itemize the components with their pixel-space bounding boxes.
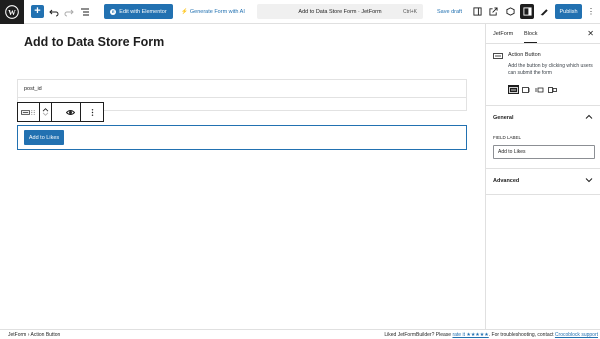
chevron-up-icon[interactable] [585,113,593,121]
variation-submit-icon[interactable] [521,85,532,94]
block-title: Action Button [508,52,541,58]
magic-wand-icon: ⚡ [181,8,188,15]
wordpress-icon: W [5,5,19,19]
redo-icon[interactable] [63,5,75,18]
preview-icon[interactable] [486,4,500,19]
advanced-panel-title[interactable]: Advanced [493,178,519,184]
command-shortcut: Ctrl+K [402,8,417,15]
sidebar-tabs: JetForm Block ✕ [486,24,600,44]
breadcrumb-root[interactable]: JetForm [8,332,26,338]
breadcrumb-current[interactable]: Action Button [31,332,61,338]
edit-with-elementor-label: Edit with Elementor [119,8,167,15]
view-icon[interactable] [470,4,484,19]
variation-prev-icon[interactable] [547,85,558,94]
svg-text:W: W [8,8,16,17]
more-options-icon[interactable]: ⋮ [586,4,596,19]
wordpress-logo-icon[interactable]: W [0,0,24,24]
block-toolbar [17,102,104,122]
rate-it-link[interactable]: rate it ★★★★★ [452,332,488,338]
general-panel-title[interactable]: General [493,115,513,121]
tab-jetform[interactable]: JetForm [493,31,513,37]
editor-canvas: Add to Data Store Form post_id Add to Li… [0,24,485,329]
hidden-field-block[interactable]: post_id [17,79,467,97]
action-button-icon [493,53,503,59]
settings-sidebar-icon[interactable] [520,4,534,19]
action-button-icon [20,109,30,115]
styles-pen-icon[interactable] [537,4,551,19]
field-label-input[interactable]: Add to Likes [493,145,595,159]
editor-top-bar: W + E Edit with Elementor ⚡ Generate For… [0,0,600,24]
block-variations [508,85,558,94]
document-overview-icon[interactable] [79,5,91,18]
move-buttons[interactable] [40,103,52,121]
publish-button[interactable]: Publish [555,4,582,19]
chevron-down-icon[interactable] [585,176,593,184]
undo-icon[interactable] [48,5,60,18]
block-options-icon[interactable] [81,103,103,121]
breadcrumb: JetForm › Action Button [8,332,60,338]
action-button-block[interactable]: Add to Likes [17,125,467,150]
variation-button-icon[interactable] [508,85,519,94]
save-draft-button[interactable]: Save draft [437,4,462,19]
move-down-icon[interactable] [41,112,50,117]
advanced-panel[interactable]: Advanced [486,168,600,195]
editor-footer: JetForm › Action Button Liked JetFormBui… [0,329,600,339]
support-link[interactable]: Crocoblock support [555,332,598,338]
field-label-caption: FIELD LABEL [493,135,522,140]
settings-sidebar: JetForm Block ✕ Action Button Add the bu… [485,24,600,329]
add-block-button[interactable]: + [31,5,44,18]
block-description: Add the button by clicking which users c… [508,63,593,76]
breadcrumb-separator: › [27,332,30,338]
drag-handle-icon[interactable] [30,108,36,117]
promo-prefix: Liked JetFormBuilder? Please [384,332,452,338]
edit-with-elementor-button[interactable]: E Edit with Elementor [104,4,173,19]
tab-block[interactable]: Block [524,31,538,43]
promo-text: Liked JetFormBuilder? Please rate it ★★★… [384,332,598,338]
promo-middle: . For troubleshooting, contact [488,332,554,338]
page-title[interactable]: Add to Data Store Form [24,35,164,49]
generate-form-ai-button[interactable]: ⚡ Generate Form with AI [181,4,245,19]
block-type-button[interactable] [18,103,40,121]
jetform-icon[interactable] [503,4,517,19]
generate-form-ai-label: Generate Form with AI [189,8,245,15]
visibility-icon[interactable] [62,103,82,121]
close-icon[interactable]: ✕ [587,29,594,38]
variation-next-icon[interactable] [534,85,545,94]
elementor-icon: E [110,8,117,15]
add-to-likes-button[interactable]: Add to Likes [24,130,64,145]
document-title: Add to Data Store Form · JetForm [298,8,382,15]
document-title-bar[interactable]: Add to Data Store Form · JetForm Ctrl+K [257,4,423,19]
